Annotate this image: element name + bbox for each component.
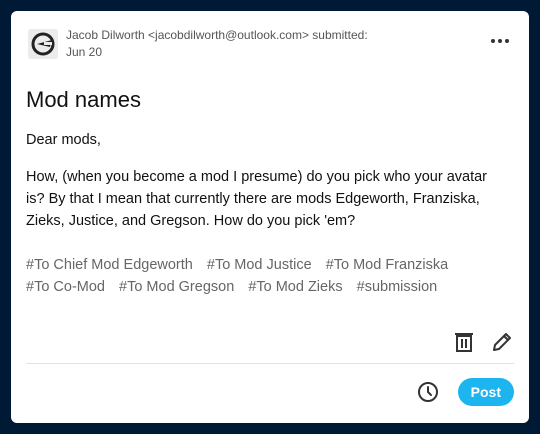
post-tools [452, 329, 514, 355]
footer-divider [26, 363, 514, 364]
schedule-button[interactable] [416, 380, 440, 404]
tag-item[interactable]: #submission [357, 276, 438, 298]
tag-item[interactable]: #To Mod Gregson [119, 276, 234, 298]
submitter-avatar[interactable] [28, 29, 58, 59]
delete-button[interactable] [452, 330, 476, 354]
submission-card: Jacob Dilworth <jacobdilworth@outlook.co… [11, 11, 529, 423]
submission-header: Jacob Dilworth <jacobdilworth@outlook.co… [28, 27, 512, 63]
submission-question: How, (when you become a mod I presume) d… [26, 169, 488, 229]
submission-body: Dear mods, How, (when you become a mod I… [26, 129, 506, 232]
avatar-logo-icon [28, 29, 58, 59]
clock-icon [417, 382, 438, 402]
more-horizontal-icon [491, 39, 509, 43]
submission-title: Mod names [26, 87, 141, 112]
tag-list: #To Chief Mod Edgeworth #To Mod Justice … [26, 254, 516, 298]
tag-item[interactable]: #To Co-Mod [26, 276, 105, 298]
tag-item[interactable]: #To Mod Zieks [248, 276, 342, 298]
more-options-button[interactable] [488, 31, 512, 51]
submitter-line: Jacob Dilworth <jacobdilworth@outlook.co… [66, 28, 368, 42]
pencil-icon [493, 333, 511, 351]
tag-item[interactable]: #To Chief Mod Edgeworth [26, 254, 193, 276]
post-footer: Post [416, 377, 514, 407]
edit-button[interactable] [490, 330, 514, 354]
tag-item[interactable]: #To Mod Justice [207, 254, 312, 276]
submission-greeting: Dear mods, [26, 132, 101, 148]
submission-date: Jun 20 [66, 45, 103, 59]
trash-icon [455, 333, 473, 352]
tag-item[interactable]: #To Mod Franziska [326, 254, 449, 276]
post-button[interactable]: Post [457, 378, 514, 406]
